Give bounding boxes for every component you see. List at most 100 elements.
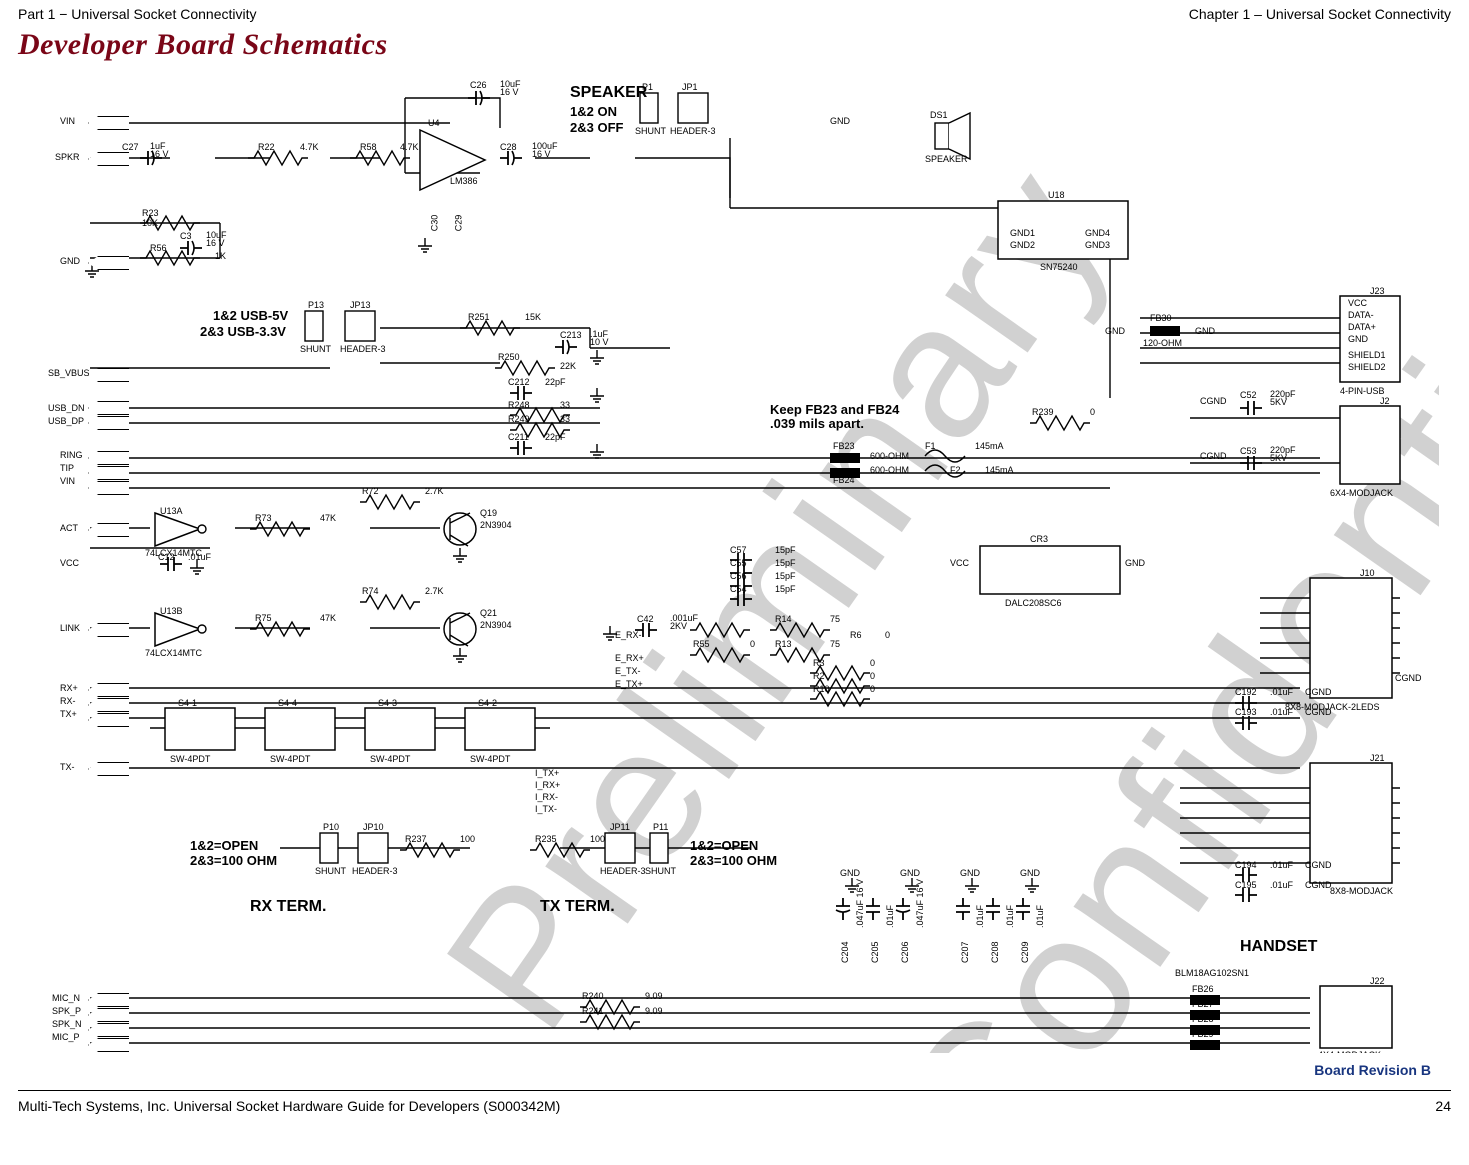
gnd4l: GND4	[1085, 228, 1110, 238]
arrow-in-icon	[88, 466, 142, 480]
vcc-cr3: VCC	[950, 558, 969, 568]
gnd-fb30r: GND	[1195, 326, 1215, 336]
arrow-in-icon	[88, 713, 142, 727]
arrow-in-icon	[88, 152, 142, 166]
c212: C212	[508, 377, 530, 387]
sig-spkn: SPK_N	[52, 1019, 82, 1029]
sig-usbdp: USB_DP	[48, 416, 84, 426]
etxn: E_TX-	[615, 666, 641, 676]
arrow-in-icon	[88, 1038, 142, 1052]
ds1: DS1	[930, 110, 948, 120]
tx-open: 1&2=OPEN 2&3=100 OHM	[690, 838, 777, 868]
gnd-h2: GND	[900, 868, 920, 878]
c212v: 22pF	[545, 377, 566, 387]
c208: C208	[990, 941, 1000, 963]
u13a: U13A	[160, 506, 183, 516]
sw3: SW-4PDT	[370, 754, 410, 764]
sn75240: SN75240	[1040, 262, 1078, 272]
sig-micn: MIC_N	[52, 993, 80, 1003]
sig-vcc: VCC	[60, 558, 79, 568]
r23: R23	[142, 208, 159, 218]
lcx2: 74LCX14MTC	[145, 648, 202, 658]
fb26: FB26	[1192, 984, 1214, 994]
c26v: 10uF 16 V	[500, 80, 521, 96]
arrow-io-icon	[88, 416, 142, 430]
r3v: 0	[870, 658, 875, 668]
arrow-in-icon	[88, 256, 142, 270]
sw1: SW-4PDT	[170, 754, 210, 764]
p11: P11	[653, 822, 668, 832]
itxn: I_TX-	[535, 804, 557, 814]
header-right: Chapter 1 – Universal Socket Connectivit…	[1189, 6, 1451, 22]
r235v: 100	[590, 834, 605, 844]
cgnd194: CGND	[1305, 860, 1332, 870]
r6v: 0	[885, 630, 890, 640]
itxp: I_TX+	[535, 768, 559, 778]
c195v: .01uF	[1270, 880, 1293, 890]
erxn: E_RX-	[615, 630, 642, 640]
page-number: 24	[1435, 1098, 1451, 1114]
fb27: FB27	[1192, 999, 1214, 1009]
c42v: .001uF 2KV	[670, 614, 698, 630]
r75: R75	[255, 613, 272, 623]
c208v: .01uF	[1005, 905, 1015, 928]
c3: C3	[180, 231, 192, 241]
j23dp: DATA+	[1348, 322, 1376, 332]
fb24: FB24	[833, 475, 855, 485]
r74: R74	[362, 586, 379, 596]
footer-rule	[18, 1090, 1451, 1091]
q19: Q19	[480, 508, 497, 518]
hdr4: HEADER-3	[600, 866, 646, 876]
c28v: 100uF 16 V	[532, 142, 558, 158]
s42: S4-2	[478, 698, 497, 708]
c211v: 22pF	[545, 432, 566, 442]
c54: C54	[730, 584, 747, 594]
etxp: E_TX+	[615, 679, 643, 689]
j2: J2	[1380, 396, 1390, 406]
r249v: 33	[560, 414, 570, 424]
jp13: JP13	[350, 300, 371, 310]
s44: S4-4	[278, 698, 297, 708]
header-left: Part 1 − Universal Socket Connectivity	[18, 6, 257, 22]
j23g: GND	[1348, 334, 1368, 344]
r3: R3	[813, 658, 825, 668]
sig-rxp: RX+	[60, 683, 78, 693]
c52: C52	[1240, 390, 1257, 400]
cgnd192: CGND	[1305, 687, 1332, 697]
c53: C53	[1240, 446, 1257, 456]
handset-lbl: HANDSET	[1240, 938, 1317, 956]
speaker-title: SPEAKER	[570, 84, 647, 102]
j10: J10	[1360, 568, 1375, 578]
arrow-in-icon	[88, 116, 142, 130]
cr3: CR3	[1030, 534, 1048, 544]
c12v: .01uF	[188, 552, 211, 562]
c213: C213	[560, 330, 582, 340]
sig-micp: MIC_P	[52, 1032, 80, 1042]
gnd3l: GND3	[1085, 240, 1110, 250]
r56v: 1K	[215, 251, 226, 261]
arrow-in-icon	[88, 481, 142, 495]
c209: C209	[1020, 941, 1030, 963]
cgnd195: CGND	[1305, 880, 1332, 890]
gnd-fb30l: GND	[1105, 326, 1125, 336]
gnd-spk: GND	[830, 116, 850, 126]
j23t: 4-PIN-USB	[1340, 386, 1385, 396]
gnd-h1: GND	[840, 868, 860, 878]
r72: R72	[362, 486, 379, 496]
r251: R251	[468, 312, 490, 322]
r56: R56	[150, 243, 167, 253]
speaker-on: 1&2 ON	[570, 104, 617, 119]
c206v: .047uF 16 V	[915, 879, 925, 928]
c27: C27	[122, 142, 139, 152]
j23s2: SHIELD2	[1348, 362, 1386, 372]
c56: C56	[730, 571, 747, 581]
cgndj10: CGND	[1395, 673, 1422, 683]
sw2: SW-4PDT	[270, 754, 310, 764]
r23v: 10K	[142, 218, 158, 228]
speaker-off: 2&3 OFF	[570, 120, 623, 135]
c209v: .01uF	[1035, 905, 1045, 928]
c3v: 10uF 16 V	[206, 231, 227, 247]
p13: P13	[308, 300, 324, 310]
arrow-io-icon	[88, 401, 142, 415]
arrow-in-icon	[88, 1023, 142, 1037]
